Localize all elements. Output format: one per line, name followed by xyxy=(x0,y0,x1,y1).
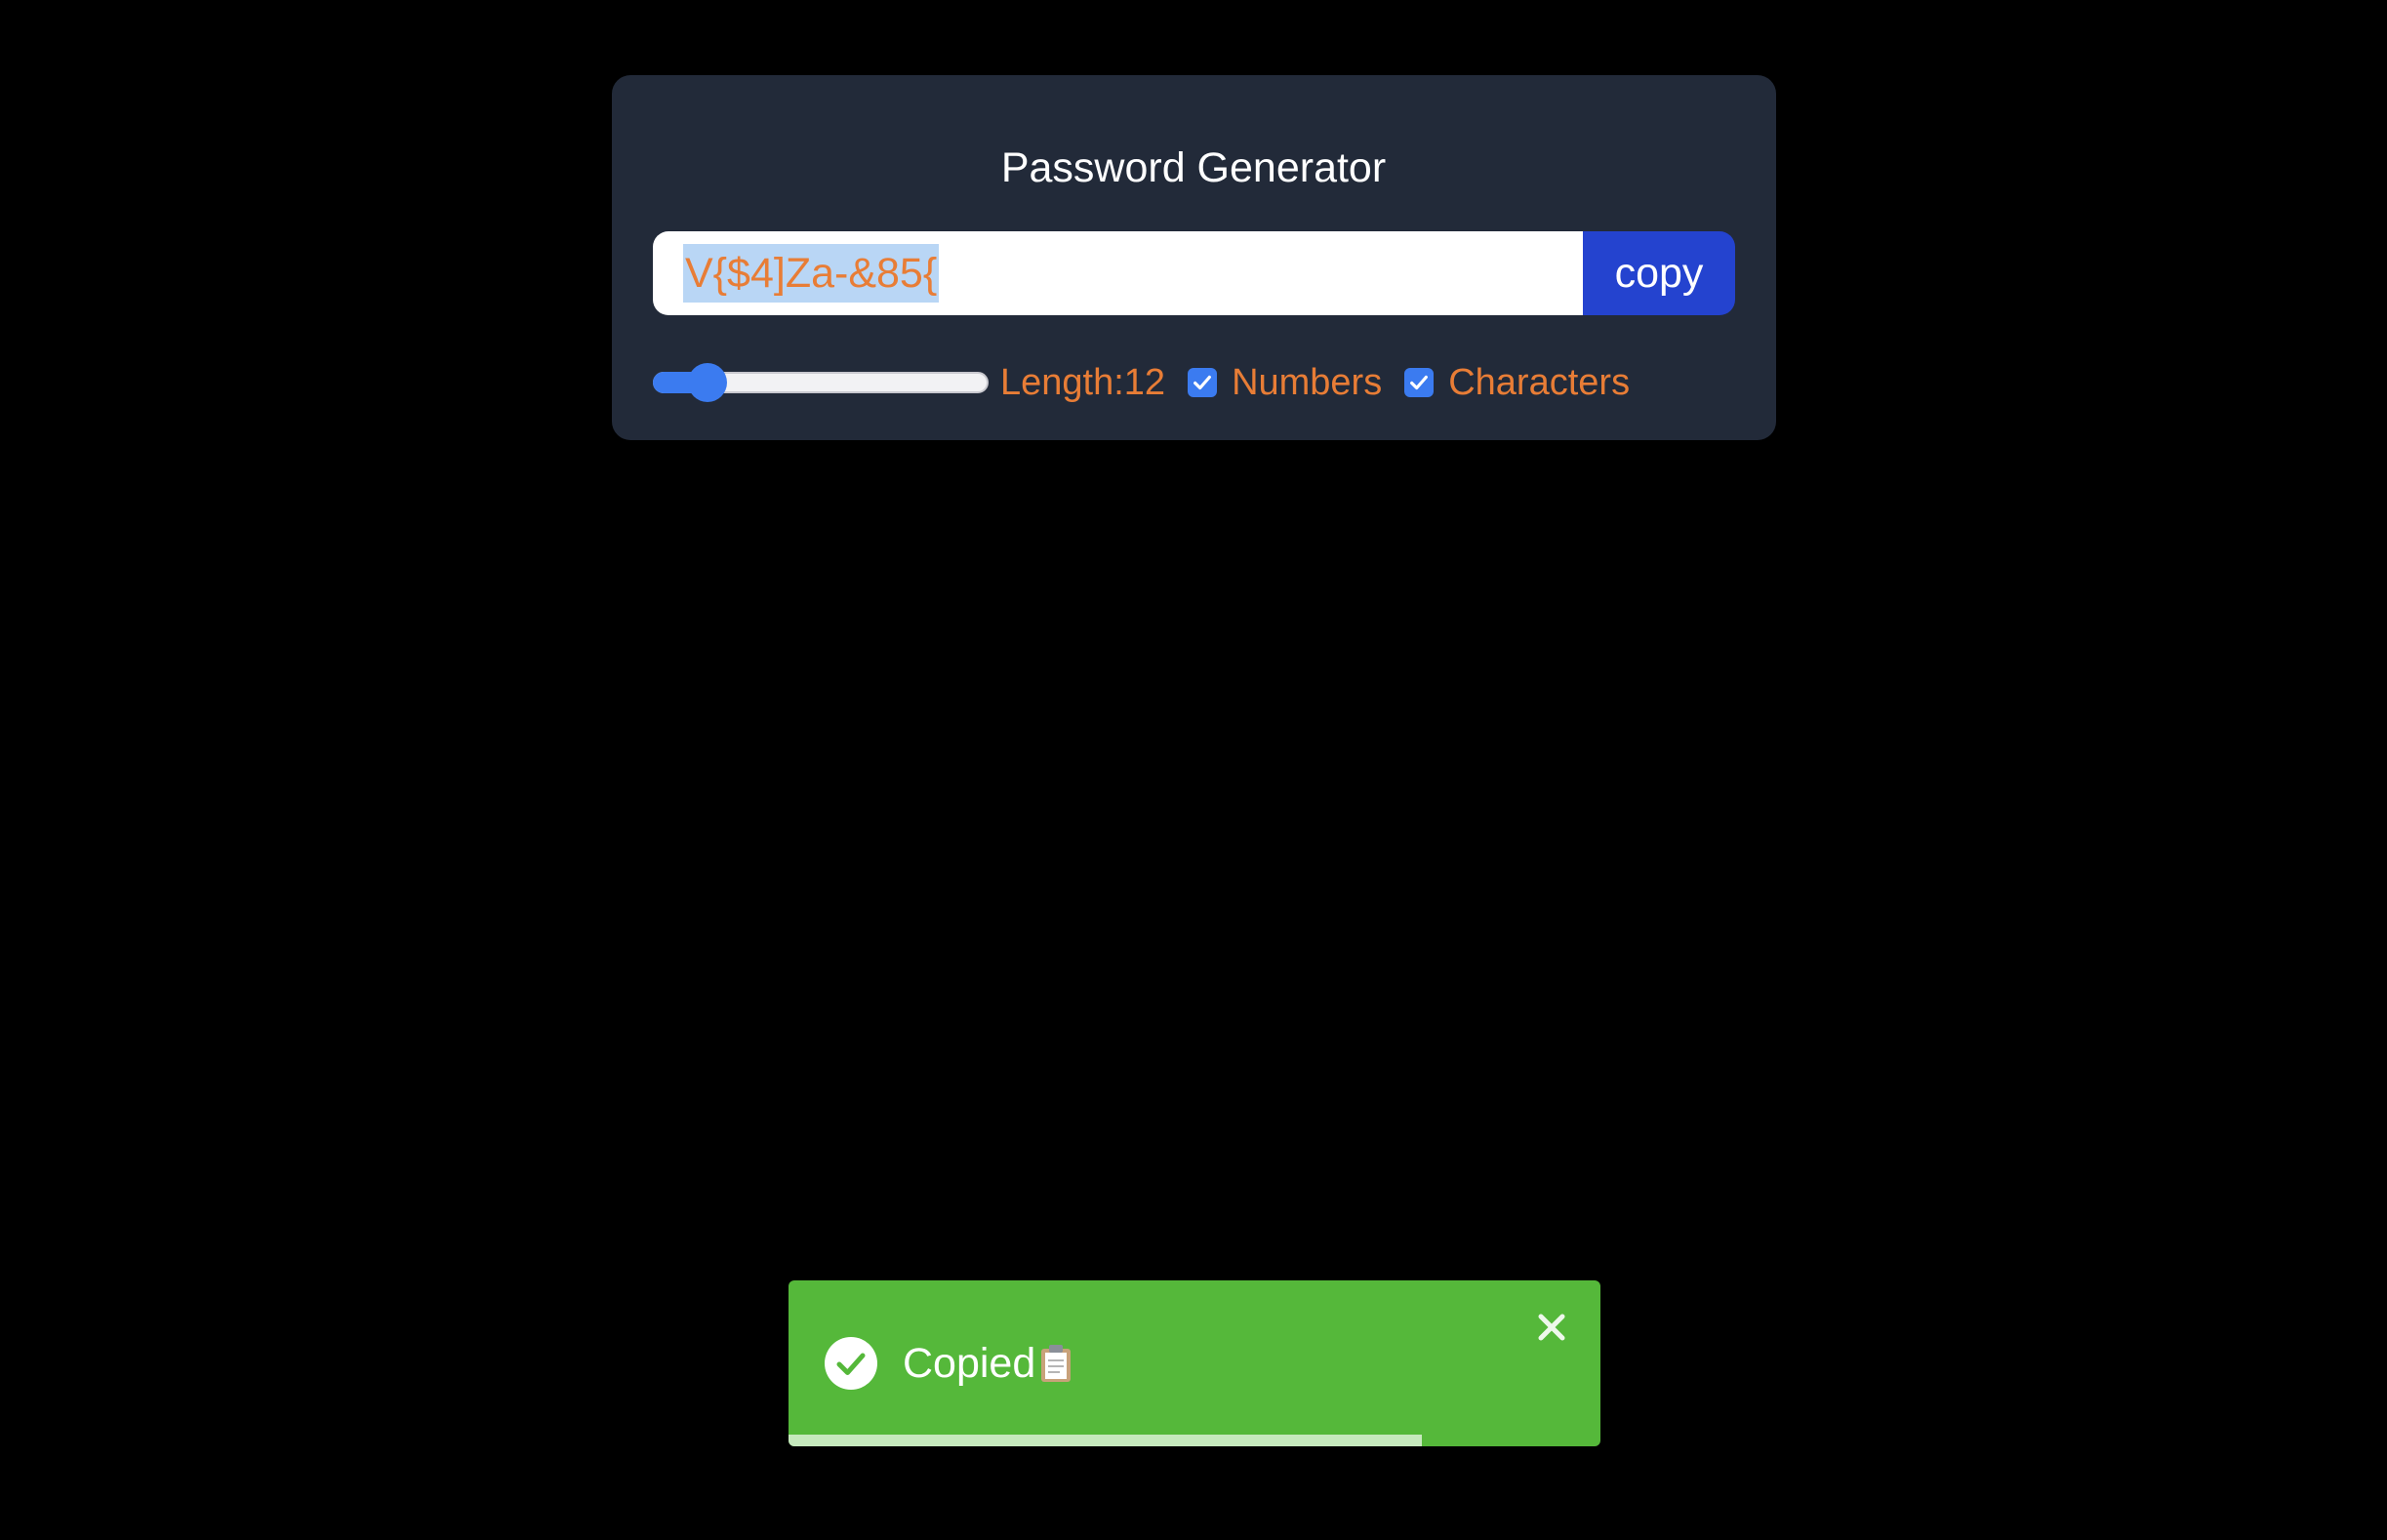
characters-checkbox[interactable] xyxy=(1404,368,1435,397)
toast-progress-bar xyxy=(789,1435,1422,1446)
close-icon[interactable] xyxy=(1534,1310,1569,1345)
password-row: V{$4]Za-&85{ copy xyxy=(653,231,1735,315)
page-title: Password Generator xyxy=(1000,144,1387,191)
check-circle-icon xyxy=(825,1337,877,1390)
copied-toast: Copied xyxy=(789,1280,1600,1446)
checkmark-icon xyxy=(1194,375,1211,390)
characters-label[interactable]: Characters xyxy=(1448,362,1630,404)
length-slider[interactable] xyxy=(653,357,989,408)
numbers-checkbox[interactable] xyxy=(1188,368,1218,397)
slider-thumb[interactable] xyxy=(688,363,728,402)
copy-button[interactable]: copy xyxy=(1583,231,1735,315)
clipboard-icon xyxy=(1041,1344,1072,1382)
length-label: Length:12 xyxy=(1000,361,1166,403)
toast-message: Copied xyxy=(903,1340,1036,1387)
password-field[interactable]: V{$4]Za-&85{ xyxy=(653,231,1583,315)
password-value[interactable]: V{$4]Za-&85{ xyxy=(683,244,940,303)
options-row: Length:12 Numbers Characters xyxy=(653,357,1630,408)
checkmark-icon xyxy=(1410,375,1429,390)
toast-message-wrap: Copied xyxy=(903,1337,1072,1390)
numbers-label[interactable]: Numbers xyxy=(1232,362,1382,404)
